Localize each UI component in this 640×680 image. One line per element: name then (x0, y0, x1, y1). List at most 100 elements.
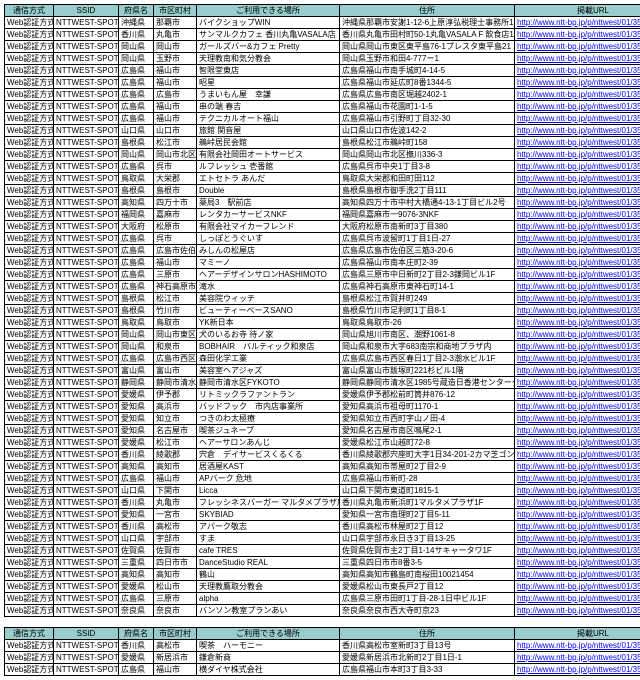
url-link[interactable]: http://www.ntt-bp.jp/p/nttwest/01/35172 (517, 78, 640, 87)
url-link[interactable]: http://www.ntt-bp.jp/p/nttwest/01/35191 (517, 306, 640, 315)
url-link[interactable]: http://www.ntt-bp.jp/p/nttwest/01/35193 (517, 330, 640, 339)
cell: 広島県 (119, 89, 154, 101)
cell: 呉市 (154, 233, 197, 245)
cell-url: http://www.ntt-bp.jp/p/nttwest/01/35197 (515, 377, 640, 389)
url-link[interactable]: http://www.ntt-bp.jp/p/nttwest/01/35180 (517, 174, 640, 183)
cell: 愛媛県 (119, 389, 154, 401)
url-link[interactable]: http://www.ntt-bp.jp/p/nttwest/01/35168 (517, 30, 640, 39)
cell: 愛知県 (119, 401, 154, 413)
cell: 広島県 (119, 113, 154, 125)
cell: 広島市西区 (154, 353, 197, 365)
url-link[interactable]: http://www.ntt-bp.jp/p/nttwest/01/35176 (517, 126, 640, 135)
url-link[interactable]: http://www.ntt-bp.jp/p/nttwest/01/35218 (517, 653, 640, 662)
url-link[interactable]: http://www.ntt-bp.jp/p/nttwest/01/35209 (517, 522, 640, 531)
cell: Web認証方式 (5, 17, 54, 29)
cell: 大阪府 (119, 221, 154, 233)
cell: Web認証方式 (5, 581, 54, 593)
table-row: Web認証方式NTTWEST-SPOT愛知県知立市つきのわ太極療愛知県知立市西町… (5, 413, 640, 425)
url-link[interactable]: http://www.ntt-bp.jp/p/nttwest/01/35190 (517, 294, 640, 303)
cell: 島根県 (119, 137, 154, 149)
cell-url: http://www.ntt-bp.jp/p/nttwest/01/35188 (515, 269, 640, 281)
url-link[interactable]: http://www.ntt-bp.jp/p/nttwest/01/35213 (517, 570, 640, 579)
cell-url: http://www.ntt-bp.jp/p/nttwest/01/35173 (515, 89, 640, 101)
url-link[interactable]: http://www.ntt-bp.jp/p/nttwest/01/35173 (517, 90, 640, 99)
url-link[interactable]: http://www.ntt-bp.jp/p/nttwest/01/35195 (517, 354, 640, 363)
cell: 四万十市 (154, 197, 197, 209)
url-link[interactable]: http://www.ntt-bp.jp/p/nttwest/01/35178 (517, 150, 640, 159)
url-link[interactable]: http://www.ntt-bp.jp/p/nttwest/01/35182 (517, 198, 640, 207)
url-link[interactable]: http://www.ntt-bp.jp/p/nttwest/01/35175 (517, 114, 640, 123)
url-link[interactable]: http://www.ntt-bp.jp/p/nttwest/01/35196 (517, 366, 640, 375)
cell: Web認証方式 (5, 185, 54, 197)
cell: 愛知県知立市西町字山ノ田-4 (340, 413, 515, 425)
cell: Web認証方式 (5, 113, 54, 125)
cell: DanceStudio REAL (197, 557, 340, 569)
url-link[interactable]: http://www.ntt-bp.jp/p/nttwest/01/35185 (517, 234, 640, 243)
cell-url: http://www.ntt-bp.jp/p/nttwest/01/35190 (515, 293, 640, 305)
cell: 香川県 (119, 521, 154, 533)
url-link[interactable]: http://www.ntt-bp.jp/p/nttwest/01/35201 (517, 426, 640, 435)
url-link[interactable]: http://www.ntt-bp.jp/p/nttwest/01/35198 (517, 390, 640, 399)
url-link[interactable]: http://www.ntt-bp.jp/p/nttwest/01/35179 (517, 162, 640, 171)
url-link[interactable]: http://www.ntt-bp.jp/p/nttwest/01/35219 (517, 665, 640, 674)
url-link[interactable]: http://www.ntt-bp.jp/p/nttwest/01/35215 (517, 594, 640, 603)
cell-url: http://www.ntt-bp.jp/p/nttwest/01/35216 (515, 605, 640, 617)
cell: 香川県 (119, 29, 154, 41)
cell: NTTWEST-SPOT (54, 485, 119, 497)
cell-url: http://www.ntt-bp.jp/p/nttwest/01/35208 (515, 509, 640, 521)
url-link[interactable]: http://www.ntt-bp.jp/p/nttwest/01/35171 (517, 66, 640, 75)
cell: NTTWEST-SPOT (54, 569, 119, 581)
table-row: Web認証方式NTTWEST-SPOT沖縄県那覇市バイクショップWIN沖縄県那覇… (5, 17, 640, 29)
url-link[interactable]: http://www.ntt-bp.jp/p/nttwest/01/35211 (517, 546, 640, 555)
url-link[interactable]: http://www.ntt-bp.jp/p/nttwest/01/35170 (517, 54, 640, 63)
cell: 鳥取市 (154, 317, 197, 329)
cell: ヘアーサロンあんじ (197, 437, 340, 449)
cell: 新居浜市 (154, 652, 197, 664)
url-link[interactable]: http://www.ntt-bp.jp/p/nttwest/01/35207 (517, 498, 640, 507)
url-link[interactable]: http://www.ntt-bp.jp/p/nttwest/01/35200 (517, 414, 640, 423)
cell: APバーク 危地 (197, 473, 340, 485)
header-cell: 府県名 (119, 5, 154, 17)
url-link[interactable]: http://www.ntt-bp.jp/p/nttwest/01/35188 (517, 270, 640, 279)
cell: NTTWEST-SPOT (54, 509, 119, 521)
url-link[interactable]: http://www.ntt-bp.jp/p/nttwest/01/35181 (517, 186, 640, 195)
url-link[interactable]: http://www.ntt-bp.jp/p/nttwest/01/35167 (517, 18, 640, 27)
url-link[interactable]: http://www.ntt-bp.jp/p/nttwest/01/35214 (517, 582, 640, 591)
url-link[interactable]: http://www.ntt-bp.jp/p/nttwest/01/35208 (517, 510, 640, 519)
url-link[interactable]: http://www.ntt-bp.jp/p/nttwest/01/35206 (517, 486, 640, 495)
url-link[interactable]: http://www.ntt-bp.jp/p/nttwest/01/35197 (517, 378, 640, 387)
url-link[interactable]: http://www.ntt-bp.jp/p/nttwest/01/35174 (517, 102, 640, 111)
cell: Web認証方式 (5, 65, 54, 77)
url-link[interactable]: http://www.ntt-bp.jp/p/nttwest/01/35203 (517, 450, 640, 459)
cell: NTTWEST-SPOT (54, 209, 119, 221)
url-link[interactable]: http://www.ntt-bp.jp/p/nttwest/01/35216 (517, 606, 640, 615)
url-link[interactable]: http://www.ntt-bp.jp/p/nttwest/01/35189 (517, 282, 640, 291)
cell-url: http://www.ntt-bp.jp/p/nttwest/01/35196 (515, 365, 640, 377)
cell: 美容院ウィッチ (197, 293, 340, 305)
url-link[interactable]: http://www.ntt-bp.jp/p/nttwest/01/35192 (517, 318, 640, 327)
cell: Web認証方式 (5, 317, 54, 329)
url-link[interactable]: http://www.ntt-bp.jp/p/nttwest/01/35210 (517, 534, 640, 543)
cell: NTTWEST-SPOT (54, 497, 119, 509)
url-link[interactable]: http://www.ntt-bp.jp/p/nttwest/01/35202 (517, 438, 640, 447)
url-link[interactable]: http://www.ntt-bp.jp/p/nttwest/01/35183 (517, 210, 640, 219)
url-link[interactable]: http://www.ntt-bp.jp/p/nttwest/01/35217 (517, 641, 640, 650)
cell: NTTWEST-SPOT (54, 149, 119, 161)
url-link[interactable]: http://www.ntt-bp.jp/p/nttwest/01/35187 (517, 258, 640, 267)
url-link[interactable]: http://www.ntt-bp.jp/p/nttwest/01/35169 (517, 42, 640, 51)
table-row: Web認証方式NTTWEST-SPOT広島県神石高原市滝水広島県神石高原市東神石… (5, 281, 640, 293)
url-link[interactable]: http://www.ntt-bp.jp/p/nttwest/01/35177 (517, 138, 640, 147)
cell: NTTWEST-SPOT (54, 29, 119, 41)
cell-url: http://www.ntt-bp.jp/p/nttwest/01/35182 (515, 197, 640, 209)
cell: エトセトラ あんだ (197, 173, 340, 185)
url-link[interactable]: http://www.ntt-bp.jp/p/nttwest/01/35204 (517, 462, 640, 471)
url-link[interactable]: http://www.ntt-bp.jp/p/nttwest/01/35186 (517, 246, 640, 255)
table-row: Web認証方式NTTWEST-SPOT愛知県一宮市SKYBIAD愛知県一宮市南理… (5, 509, 640, 521)
cell: 佐賀県佐賀市主2丁目1-14サキャータワ1F (340, 545, 515, 557)
url-link[interactable]: http://www.ntt-bp.jp/p/nttwest/01/35199 (517, 402, 640, 411)
url-link[interactable]: http://www.ntt-bp.jp/p/nttwest/01/35212 (517, 558, 640, 567)
url-link[interactable]: http://www.ntt-bp.jp/p/nttwest/01/35194 (517, 342, 640, 351)
url-link[interactable]: http://www.ntt-bp.jp/p/nttwest/01/35184 (517, 222, 640, 231)
url-link[interactable]: http://www.ntt-bp.jp/p/nttwest/01/35205 (517, 474, 640, 483)
cell: Web認証方式 (5, 449, 54, 461)
